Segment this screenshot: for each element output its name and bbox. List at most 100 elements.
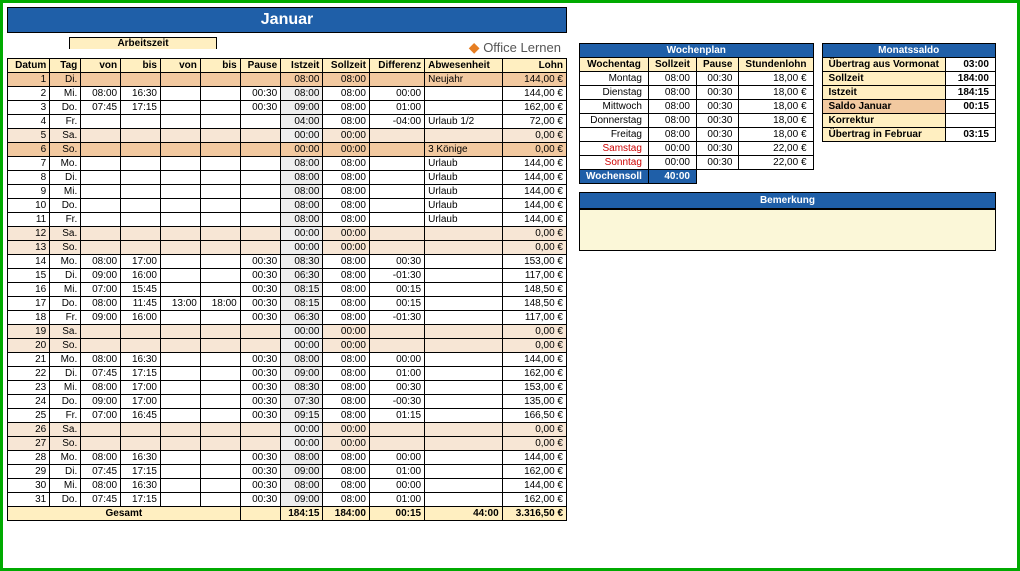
- cell[interactable]: 00:30: [696, 86, 738, 100]
- cell[interactable]: Urlaub 1/2: [425, 115, 503, 129]
- cell[interactable]: 00:30: [240, 297, 280, 311]
- table-row[interactable]: 5Sa.00:0000:000,00 €: [8, 129, 567, 143]
- cell[interactable]: 08:00: [323, 353, 370, 367]
- table-row[interactable]: 30Mi.08:0016:3000:3008:0008:0000:00144,0…: [8, 479, 567, 493]
- cell[interactable]: 00:00: [281, 227, 323, 241]
- cell[interactable]: 00:30: [696, 156, 738, 170]
- cell[interactable]: 3 Könige: [425, 143, 503, 157]
- table-row[interactable]: 19Sa.00:0000:000,00 €: [8, 325, 567, 339]
- cell[interactable]: [161, 185, 201, 199]
- cell[interactable]: [200, 367, 240, 381]
- cell[interactable]: [161, 101, 201, 115]
- cell[interactable]: Di.: [50, 171, 81, 185]
- cell[interactable]: [81, 339, 121, 353]
- cell[interactable]: 00:00: [281, 423, 323, 437]
- cell[interactable]: 08:00: [281, 87, 323, 101]
- cell[interactable]: Urlaub: [425, 213, 503, 227]
- cell[interactable]: [81, 171, 121, 185]
- cell[interactable]: 09:00: [81, 395, 121, 409]
- wochenplan-row[interactable]: Dienstag08:0000:3018,00 €: [580, 86, 814, 100]
- cell[interactable]: [121, 73, 161, 87]
- cell[interactable]: 162,00 €: [502, 101, 566, 115]
- table-row[interactable]: 4Fr.04:0008:00-04:00Urlaub 1/272,00 €: [8, 115, 567, 129]
- cell[interactable]: 20: [8, 339, 50, 353]
- cell[interactable]: 08:00: [323, 269, 370, 283]
- cell[interactable]: 10: [8, 199, 50, 213]
- cell[interactable]: 09:00: [281, 367, 323, 381]
- cell[interactable]: [240, 143, 280, 157]
- cell[interactable]: [425, 451, 503, 465]
- table-row[interactable]: 10Do.08:0008:00Urlaub144,00 €: [8, 199, 567, 213]
- cell[interactable]: 07:45: [81, 465, 121, 479]
- cell[interactable]: 08:00: [323, 199, 370, 213]
- cell[interactable]: [161, 311, 201, 325]
- cell[interactable]: 04:00: [281, 115, 323, 129]
- cell[interactable]: [200, 311, 240, 325]
- cell[interactable]: 08:00: [323, 185, 370, 199]
- cell[interactable]: Do.: [50, 297, 81, 311]
- cell[interactable]: 00:30: [240, 409, 280, 423]
- cell[interactable]: [161, 465, 201, 479]
- cell[interactable]: [425, 493, 503, 507]
- cell[interactable]: 01:15: [369, 409, 424, 423]
- cell[interactable]: Urlaub: [425, 171, 503, 185]
- cell[interactable]: 08:00: [323, 213, 370, 227]
- cell[interactable]: 27: [8, 437, 50, 451]
- cell[interactable]: Mi.: [50, 283, 81, 297]
- cell[interactable]: 00:00: [281, 339, 323, 353]
- cell[interactable]: 15: [8, 269, 50, 283]
- cell[interactable]: [369, 143, 424, 157]
- cell[interactable]: 2: [8, 87, 50, 101]
- cell[interactable]: [425, 367, 503, 381]
- cell[interactable]: So.: [50, 143, 81, 157]
- cell[interactable]: 144,00 €: [502, 479, 566, 493]
- wochenplan-row[interactable]: Mittwoch08:0000:3018,00 €: [580, 100, 814, 114]
- cell[interactable]: 07:45: [81, 493, 121, 507]
- cell[interactable]: Donnerstag: [580, 114, 649, 128]
- wochenplan-row[interactable]: Sonntag00:0000:3022,00 €: [580, 156, 814, 170]
- cell[interactable]: 08:00: [323, 255, 370, 269]
- cell[interactable]: 00:30: [240, 311, 280, 325]
- cell[interactable]: [369, 423, 424, 437]
- cell[interactable]: 08:00: [323, 115, 370, 129]
- cell[interactable]: [121, 199, 161, 213]
- cell[interactable]: [161, 479, 201, 493]
- cell[interactable]: [425, 241, 503, 255]
- cell[interactable]: 08:00: [323, 381, 370, 395]
- cell[interactable]: 00:00: [281, 437, 323, 451]
- table-row[interactable]: 31Do.07:4517:1500:3009:0008:0001:00162,0…: [8, 493, 567, 507]
- cell[interactable]: 5: [8, 129, 50, 143]
- cell[interactable]: 22,00 €: [739, 156, 813, 170]
- cell[interactable]: [121, 339, 161, 353]
- cell[interactable]: 00:30: [240, 493, 280, 507]
- cell[interactable]: 08:00: [323, 311, 370, 325]
- cell[interactable]: 08:00: [323, 73, 370, 87]
- cell[interactable]: [240, 423, 280, 437]
- cell[interactable]: 0,00 €: [502, 339, 566, 353]
- cell[interactable]: Urlaub: [425, 157, 503, 171]
- cell[interactable]: [161, 143, 201, 157]
- cell[interactable]: Sonntag: [580, 156, 649, 170]
- cell[interactable]: 09:00: [81, 269, 121, 283]
- cell[interactable]: -01:30: [369, 269, 424, 283]
- wochenplan-table[interactable]: Wochenplan Wochentag Sollzeit Pause Stun…: [579, 43, 814, 184]
- cell[interactable]: [369, 437, 424, 451]
- cell[interactable]: [200, 353, 240, 367]
- cell[interactable]: Do.: [50, 493, 81, 507]
- cell[interactable]: [161, 241, 201, 255]
- timesheet-table[interactable]: Datum Tag von bis von bis Pause Istzeit …: [7, 58, 567, 521]
- cell[interactable]: 09:00: [281, 465, 323, 479]
- cell[interactable]: [200, 227, 240, 241]
- cell[interactable]: 08:00: [323, 395, 370, 409]
- cell[interactable]: 00:00: [323, 143, 370, 157]
- cell[interactable]: Fr.: [50, 409, 81, 423]
- cell[interactable]: 4: [8, 115, 50, 129]
- cell[interactable]: 14: [8, 255, 50, 269]
- cell[interactable]: [81, 185, 121, 199]
- cell[interactable]: 09:00: [281, 101, 323, 115]
- cell[interactable]: 08:00: [323, 479, 370, 493]
- cell[interactable]: [121, 115, 161, 129]
- cell[interactable]: 07:45: [81, 367, 121, 381]
- cell[interactable]: 153,00 €: [502, 381, 566, 395]
- cell[interactable]: [121, 227, 161, 241]
